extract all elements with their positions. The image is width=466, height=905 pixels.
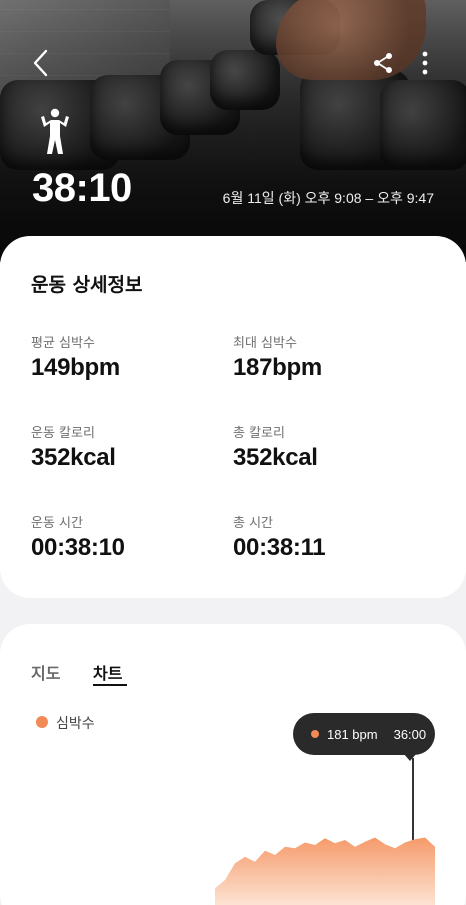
workout-datetime: 6월 11일 (화) 오후 9:08 – 오후 9:47 bbox=[222, 190, 434, 206]
heart-rate-area-series bbox=[215, 837, 435, 905]
back-chevron-icon bbox=[33, 49, 48, 77]
details-title: 운동 상세정보 bbox=[31, 274, 143, 296]
tooltip-dot bbox=[311, 730, 319, 738]
person-exercise-icon bbox=[41, 108, 69, 154]
share-button[interactable] bbox=[368, 48, 398, 78]
workout-duration: 38:10 bbox=[32, 166, 132, 210]
metric-value-total-time: 00:38:11 bbox=[233, 534, 326, 561]
metric-label-workout-time: 운동 시간 bbox=[31, 516, 83, 531]
more-options-button[interactable] bbox=[410, 48, 440, 78]
tooltip-time: 36:00 bbox=[393, 726, 427, 742]
heart-rate-area-chart bbox=[215, 837, 435, 905]
legend-dot bbox=[36, 716, 48, 728]
tab-map[interactable]: 지도 bbox=[31, 660, 60, 684]
metric-label-max-hr: 최대 심박수 bbox=[233, 336, 297, 351]
back-button[interactable] bbox=[26, 48, 56, 78]
share-icon bbox=[374, 53, 392, 73]
metric-value-workout-calories: 352kcal bbox=[31, 444, 116, 471]
metric-label-avg-hr: 평균 심박수 bbox=[31, 336, 95, 351]
tooltip-value: 181 bpm bbox=[327, 726, 378, 742]
metric-value-total-calories: 352kcal bbox=[233, 444, 318, 471]
chart-tooltip: 181 bpm 36:00 bbox=[293, 713, 435, 755]
metric-label-workout-calories: 운동 칼로리 bbox=[31, 426, 95, 441]
legend-label: 심박수 bbox=[56, 716, 95, 732]
tab-chart[interactable]: 차트 bbox=[93, 660, 122, 684]
metric-value-max-hr: 187bpm bbox=[233, 354, 322, 381]
metric-value-avg-hr: 149bpm bbox=[31, 354, 120, 381]
metric-label-total-calories: 총 칼로리 bbox=[233, 426, 285, 441]
tooltip-pointer bbox=[403, 753, 417, 761]
more-vertical-icon bbox=[422, 51, 428, 75]
metric-label-total-time: 총 시간 bbox=[233, 516, 274, 531]
active-tab-indicator bbox=[93, 684, 127, 686]
metric-value-workout-time: 00:38:10 bbox=[31, 534, 125, 561]
